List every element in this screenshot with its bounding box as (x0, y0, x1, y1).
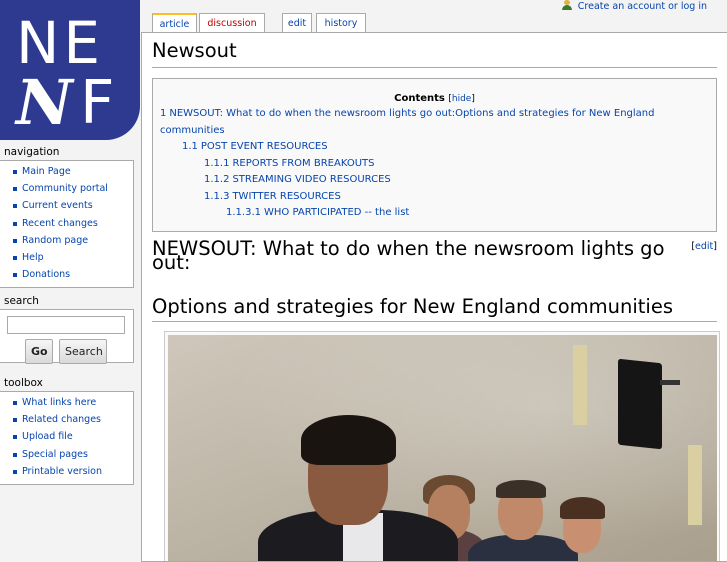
toolbox-item-what-links-here[interactable]: What links here (10, 394, 133, 411)
section-heading: NEWSOUT: What to do when the newsroom li… (152, 237, 717, 284)
search-portlet: search Go Search (0, 294, 134, 364)
toolbox-link[interactable]: Upload file (22, 431, 73, 442)
photo-thumbnail[interactable] (164, 331, 720, 561)
nav-link[interactable]: Community portal (22, 183, 108, 194)
toolbox-link[interactable]: Printable version (22, 466, 102, 477)
tab-history-label[interactable]: history (325, 18, 358, 29)
tab-article-label[interactable]: article (160, 19, 190, 30)
navigation-heading: navigation (4, 146, 60, 158)
section-edit-link[interactable]: edit (695, 241, 713, 252)
photo-speaker-bracket (660, 380, 680, 385)
navigation-portlet: navigation Main Page Community portal Cu… (0, 145, 134, 289)
site-logo[interactable]: NE N F (0, 0, 140, 140)
section-heading-text: NEWSOUT: What to do when the newsroom li… (152, 237, 665, 274)
toc-number[interactable]: 1.1 (182, 141, 198, 152)
content-area: Newsout Contents [hide] 1 NEWSOUT: What t… (141, 32, 727, 562)
toc-number[interactable]: 1.1.3.1 (226, 207, 261, 218)
photo-person-hair (560, 497, 605, 519)
toc-hide-toggle[interactable]: [hide] (448, 94, 475, 104)
nav-link[interactable]: Random page (22, 235, 88, 246)
tab-article[interactable]: article (152, 13, 197, 34)
photo-wall-panel (573, 345, 587, 425)
nav-link[interactable]: Main Page (22, 166, 71, 177)
toc-text[interactable]: WHO PARTICIPATED -- the list (264, 207, 409, 218)
tab-discussion-label[interactable]: discussion (207, 18, 256, 29)
toc-entry[interactable]: 1 NEWSOUT: What to do when the newsroom l… (157, 106, 712, 139)
page-title: Newsout (152, 38, 717, 68)
create-account-link[interactable]: Create an account or log in (578, 1, 707, 12)
toc-heading: Contents (394, 93, 445, 104)
section-edit[interactable]: [edit] (691, 241, 717, 253)
logo-text-f: F (80, 68, 115, 138)
toolbox-link[interactable]: What links here (22, 397, 96, 408)
toc-text[interactable]: TWITTER RESOURCES (232, 191, 340, 202)
toc-text[interactable]: NEWSOUT: What to do when the newsroom li… (160, 108, 655, 136)
toolbox-heading: toolbox (4, 377, 43, 389)
toc-entry[interactable]: 1.1 POST EVENT RESOURCES (157, 139, 712, 156)
nav-item-donations[interactable]: Donations (10, 266, 133, 283)
toolbox-link[interactable]: Special pages (22, 449, 88, 460)
toc-number[interactable]: 1.1.3 (204, 191, 229, 202)
toc-entry[interactable]: 1.1.1 REPORTS FROM BREAKOUTS (157, 156, 712, 173)
tab-discussion[interactable]: discussion (199, 13, 265, 33)
toc-entry[interactable]: 1.1.2 STREAMING VIDEO RESOURCES (157, 172, 712, 189)
nav-item-main-page[interactable]: Main Page (10, 163, 133, 180)
photo-speaker-hair (301, 415, 396, 465)
toolbox-item-upload-file[interactable]: Upload file (10, 428, 133, 445)
nav-item-recent-changes[interactable]: Recent changes (10, 215, 133, 232)
nav-link[interactable]: Donations (22, 269, 70, 280)
tab-edit[interactable]: edit (282, 13, 312, 33)
nav-link[interactable]: Current events (22, 200, 93, 211)
nav-link[interactable]: Recent changes (22, 218, 98, 229)
toc-text[interactable]: REPORTS FROM BREAKOUTS (232, 158, 374, 169)
search-button[interactable]: Search (59, 339, 107, 364)
nav-item-community-portal[interactable]: Community portal (10, 180, 133, 197)
toolbox-item-special-pages[interactable]: Special pages (10, 446, 133, 463)
toc-entry[interactable]: 1.1.3 TWITTER RESOURCES (157, 189, 712, 206)
toc-number[interactable]: 1 (160, 108, 166, 119)
go-button[interactable]: Go (25, 339, 53, 364)
search-heading: search (4, 295, 39, 307)
nav-item-random-page[interactable]: Random page (10, 232, 133, 249)
toc-hide-link[interactable]: hide (452, 94, 471, 104)
user-icon (561, 0, 572, 10)
photo-loudspeaker (618, 358, 662, 450)
search-input[interactable] (7, 316, 125, 334)
subheading: Options and strategies for New England c… (152, 295, 717, 322)
photo-person-hair (496, 480, 546, 498)
toolbox-item-related-changes[interactable]: Related changes (10, 411, 133, 428)
personal-tools: Create an account or log in (561, 0, 707, 13)
tab-edit-label[interactable]: edit (288, 18, 306, 29)
panel-discussion-photo[interactable] (168, 335, 717, 561)
nav-item-current-events[interactable]: Current events (10, 197, 133, 214)
toolbox-portlet: toolbox What links here Related changes … (0, 376, 134, 485)
toc-number[interactable]: 1.1.1 (204, 158, 229, 169)
nav-item-help[interactable]: Help (10, 249, 133, 266)
table-of-contents: Contents [hide] 1 NEWSOUT: What to do whe… (152, 78, 717, 232)
tab-history[interactable]: history (316, 13, 366, 33)
nav-link[interactable]: Help (22, 252, 44, 263)
toc-text[interactable]: POST EVENT RESOURCES (201, 141, 328, 152)
logo-text-n: N (16, 66, 73, 139)
toolbox-link[interactable]: Related changes (22, 414, 101, 425)
photo-wall-panel (688, 445, 702, 525)
toc-entry[interactable]: 1.1.3.1 WHO PARTICIPATED -- the list (157, 205, 712, 222)
toc-text[interactable]: STREAMING VIDEO RESOURCES (232, 174, 390, 185)
toolbox-item-printable-version[interactable]: Printable version (10, 463, 133, 480)
toc-number[interactable]: 1.1.2 (204, 174, 229, 185)
logo-text-ne: NE (16, 9, 105, 77)
toc-title: Contents [hide] (157, 92, 712, 106)
